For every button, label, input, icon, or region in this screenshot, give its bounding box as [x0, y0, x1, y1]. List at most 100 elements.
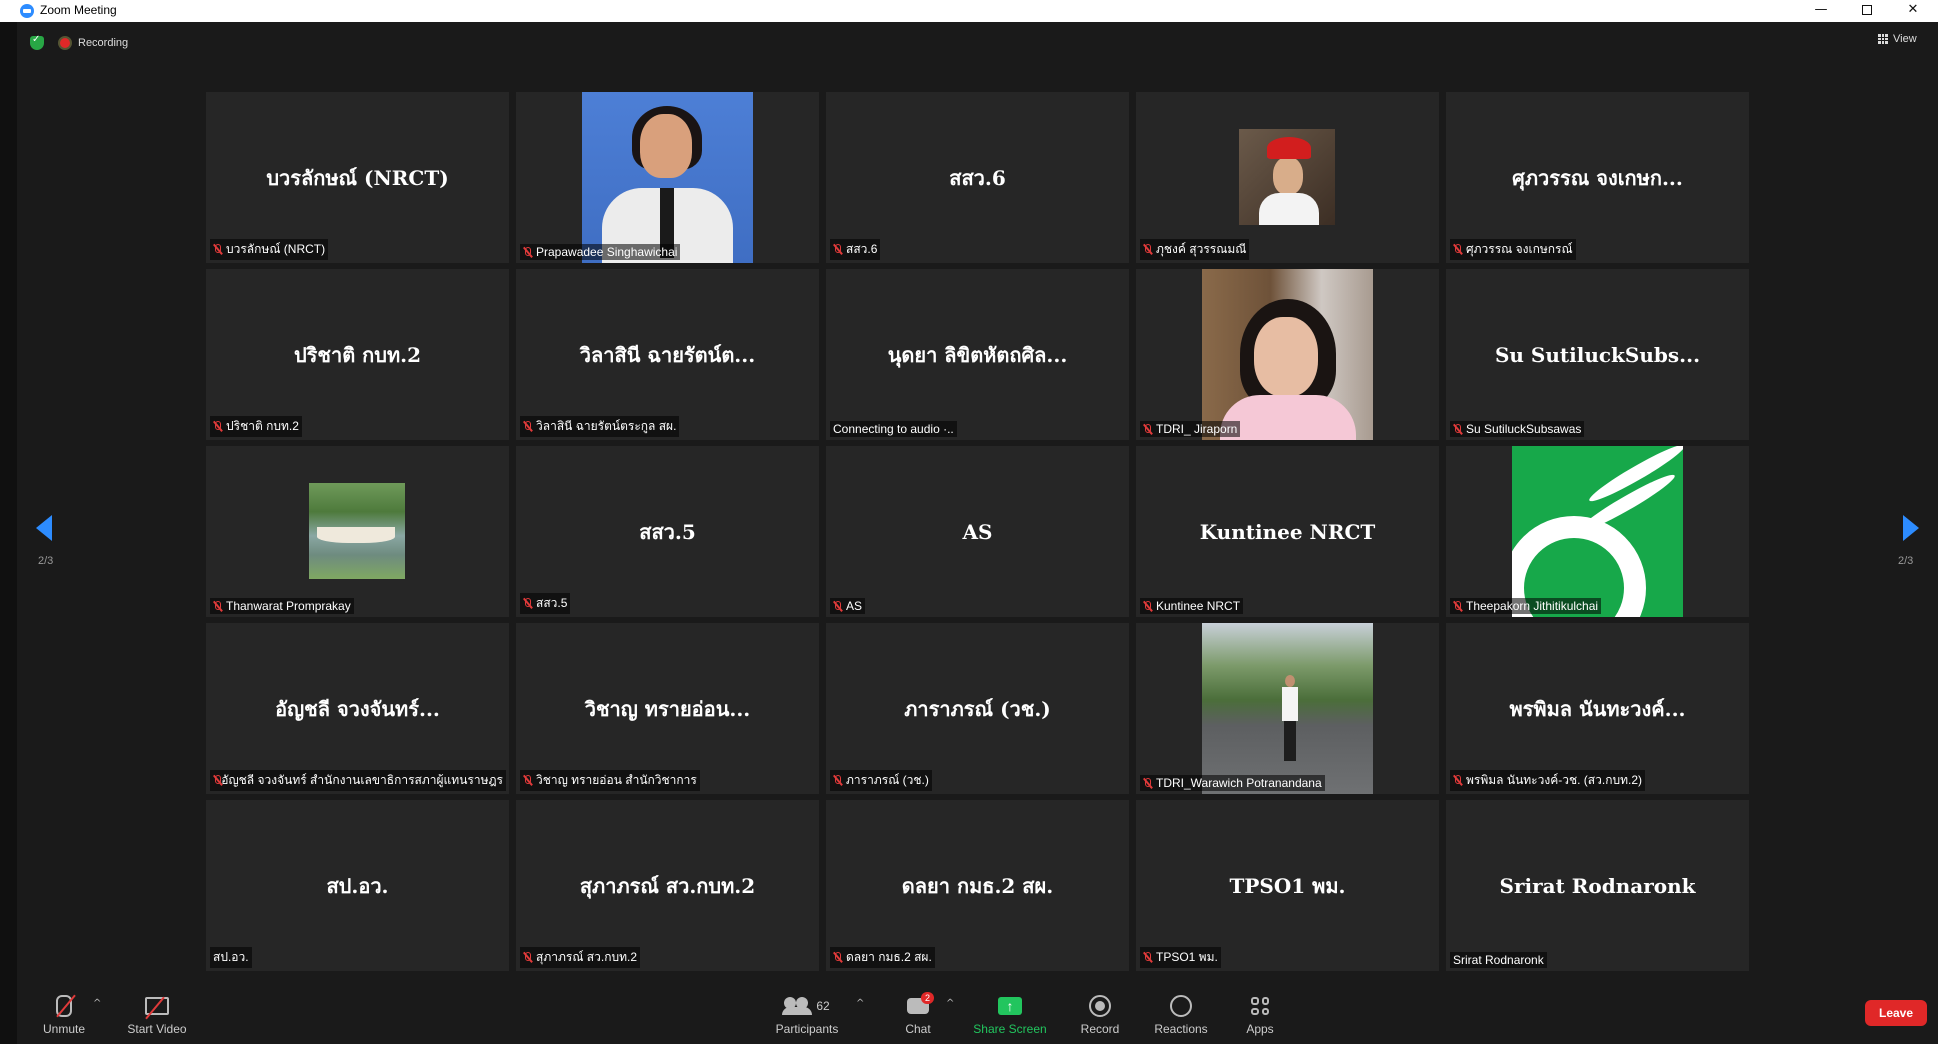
participant-tile[interactable]: สสว.6 สสว.6: [826, 92, 1129, 263]
participant-name-label: สุภาภรณ์ สว.กบท.2: [520, 947, 640, 968]
unmute-button[interactable]: Unmute: [36, 994, 92, 1036]
participants-button[interactable]: 62 Participants: [772, 994, 842, 1036]
participant-tile[interactable]: AS AS: [826, 446, 1129, 617]
participant-name-label: ศุภวรรณ จงเกษกรณ์: [1450, 239, 1576, 260]
chat-options-caret-icon[interactable]: ^: [946, 998, 954, 1009]
participant-label-text: ศุภวรรณ จงเกษกรณ์: [1466, 242, 1573, 256]
chat-icon: 2: [907, 992, 935, 1014]
muted-mic-icon: [1143, 600, 1152, 612]
participant-display-name: สสว.5: [639, 519, 696, 544]
apps-icon: [1251, 997, 1269, 1015]
participant-name-label: Connecting to audio ·..: [830, 421, 957, 437]
share-screen-button[interactable]: ↑ Share Screen: [972, 994, 1048, 1036]
record-label: Record: [1080, 1022, 1120, 1036]
participant-tile[interactable]: Kuntinee NRCT Kuntinee NRCT: [1136, 446, 1439, 617]
muted-mic-icon: [213, 775, 222, 786]
participant-tile[interactable]: Prapawadee Singhawichai: [516, 92, 819, 263]
minimize-icon[interactable]: —: [1798, 0, 1844, 22]
participant-tile[interactable]: Theepakorn Jithitikulchai: [1446, 446, 1749, 617]
audio-options-caret-icon[interactable]: ^: [93, 998, 101, 1009]
muted-mic-icon: [1143, 423, 1152, 435]
apps-button[interactable]: Apps: [1240, 994, 1280, 1036]
view-button[interactable]: View: [1878, 33, 1917, 45]
participant-tile[interactable]: TDRI_Warawich Potranandana: [1136, 623, 1439, 794]
participant-name-label: วิลาสินี ฉายรัตน์ตระกูล สผ.: [520, 416, 680, 437]
security-shield-icon[interactable]: [30, 34, 44, 50]
participant-display-name: AS: [962, 519, 993, 544]
participant-tile[interactable]: วิลาสินี ฉายรัตน์ต... วิลาสินี ฉายรัตน์ตร…: [516, 269, 819, 440]
chat-button[interactable]: 2 Chat: [896, 992, 940, 1036]
participant-display-name: สป.อว.: [326, 873, 389, 898]
left-edge-strip: [0, 22, 17, 1044]
leave-button[interactable]: Leave: [1865, 1000, 1927, 1026]
participant-display-name: ภาราภรณ์ (วช.): [904, 696, 1051, 721]
participant-label-text: สสว.6: [846, 242, 878, 256]
participant-name-label: สสว.6: [830, 239, 881, 260]
participant-tile[interactable]: Thanwarat Promprakay: [206, 446, 509, 617]
participant-label-text: ภุชงค์ สุวรรณมณี: [1156, 242, 1247, 256]
participant-tile[interactable]: Su SutiluckSubs... Su SutiluckSubsawas: [1446, 269, 1749, 440]
participant-display-name: วิลาสินี ฉายรัตน์ต...: [579, 342, 756, 367]
participant-tile[interactable]: ปริชาติ กบท.2 ปริชาติ กบท.2: [206, 269, 509, 440]
participant-tile[interactable]: บวรลักษณ์ (NRCT) บวรลักษณ์ (NRCT): [206, 92, 509, 263]
reactions-smiley-icon: [1170, 995, 1192, 1017]
participants-icon: [782, 997, 813, 1015]
restore-icon[interactable]: [1844, 0, 1890, 22]
meeting-status-bar: Recording: [30, 33, 128, 53]
participant-label-text: TDRI_Warawich Potranandana: [1156, 776, 1322, 790]
start-video-button[interactable]: Start Video: [122, 994, 192, 1036]
next-page-arrow-icon[interactable]: [1903, 515, 1919, 541]
participant-tile[interactable]: Srirat Rodnaronk Srirat Rodnaronk: [1446, 800, 1749, 971]
participant-display-name: Srirat Rodnaronk: [1499, 873, 1696, 898]
participant-label-text: ดลยา กมธ.2 สผ.: [846, 950, 932, 964]
participant-label-text: ปริชาติ กบท.2: [226, 419, 299, 433]
participant-name-label: AS: [830, 598, 866, 614]
participant-label-text: Srirat Rodnaronk: [1453, 953, 1544, 967]
participant-label-text: อัญชลี จวงจันทร์ สำนักงานเลขาธิการสภาผู้…: [221, 773, 503, 787]
participant-name-label: บวรลักษณ์ (NRCT): [210, 239, 329, 260]
participant-tile[interactable]: TDRI_ Jiraporn: [1136, 269, 1439, 440]
participant-name-label: ภาราภรณ์ (วช.): [830, 770, 932, 791]
participant-tile[interactable]: พรพิมล นันทะวงค์... พรพิมล นันทะวงค์-วช. …: [1446, 623, 1749, 794]
participant-tile[interactable]: สสว.5 สสว.5: [516, 446, 819, 617]
participant-name-label: สป.อว.: [210, 947, 252, 968]
participant-label-text: Kuntinee NRCT: [1156, 599, 1241, 613]
participant-video: [1239, 129, 1335, 225]
participant-tile[interactable]: อัญชลี จวงจันทร์... อัญชลี จวงจันทร์ สำนั…: [206, 623, 509, 794]
participant-name-label: TPSO1 พม.: [1140, 947, 1221, 968]
participant-display-name: นุดยา ลิขิตหัตถศิล...: [887, 342, 1068, 367]
reactions-label: Reactions: [1154, 1022, 1208, 1036]
video-grid: บวรลักษณ์ (NRCT) บวรลักษณ์ (NRCT) Prapawad…: [206, 92, 1750, 971]
participant-video: [309, 483, 405, 579]
muted-mic-icon: [1143, 244, 1152, 255]
participants-label: Participants: [775, 1022, 839, 1036]
participant-tile[interactable]: ภาราภรณ์ (วช.) ภาราภรณ์ (วช.): [826, 623, 1129, 794]
muted-mic-icon: [213, 244, 222, 255]
participant-tile[interactable]: วิชาญ ทรายอ่อน... วิชาญ ทรายอ่อน สำนักวิช…: [516, 623, 819, 794]
grid-view-icon: [1878, 34, 1888, 44]
participant-tile[interactable]: ศุภวรรณ จงเกษก... ศุภวรรณ จงเกษกรณ์: [1446, 92, 1749, 263]
previous-page-arrow-icon[interactable]: [36, 515, 52, 541]
participant-label-text: ภาราภรณ์ (วช.): [846, 773, 929, 787]
participant-label-text: บวรลักษณ์ (NRCT): [226, 242, 326, 256]
unmute-label: Unmute: [42, 1022, 86, 1036]
share-screen-icon: ↑: [998, 997, 1022, 1015]
record-button[interactable]: Record: [1076, 994, 1124, 1036]
participant-tile[interactable]: สป.อว. สป.อว.: [206, 800, 509, 971]
participant-tile[interactable]: สุภาภรณ์ สว.กบท.2 สุภาภรณ์ สว.กบท.2: [516, 800, 819, 971]
participant-tile[interactable]: นุดยา ลิขิตหัตถศิล... Connecting to audio…: [826, 269, 1129, 440]
close-icon[interactable]: ✕: [1890, 0, 1936, 22]
chat-label: Chat: [905, 1022, 931, 1036]
recording-indicator[interactable]: Recording: [58, 36, 128, 50]
participant-tile[interactable]: ภุชงค์ สุวรรณมณี: [1136, 92, 1439, 263]
participant-tile[interactable]: ดลยา กมธ.2 สผ. ดลยา กมธ.2 สผ.: [826, 800, 1129, 971]
muted-mic-icon: [1143, 952, 1152, 963]
apps-label: Apps: [1246, 1022, 1274, 1036]
page-indicator-left: 2/3: [38, 555, 54, 567]
window-title: Zoom Meeting: [40, 3, 117, 17]
reactions-button[interactable]: Reactions: [1152, 994, 1210, 1036]
participant-tile[interactable]: TPSO1 พม. TPSO1 พม.: [1136, 800, 1439, 971]
page-indicator-right: 2/3: [1898, 555, 1914, 567]
participants-options-caret-icon[interactable]: ^: [856, 998, 864, 1009]
participant-video: [582, 92, 753, 263]
